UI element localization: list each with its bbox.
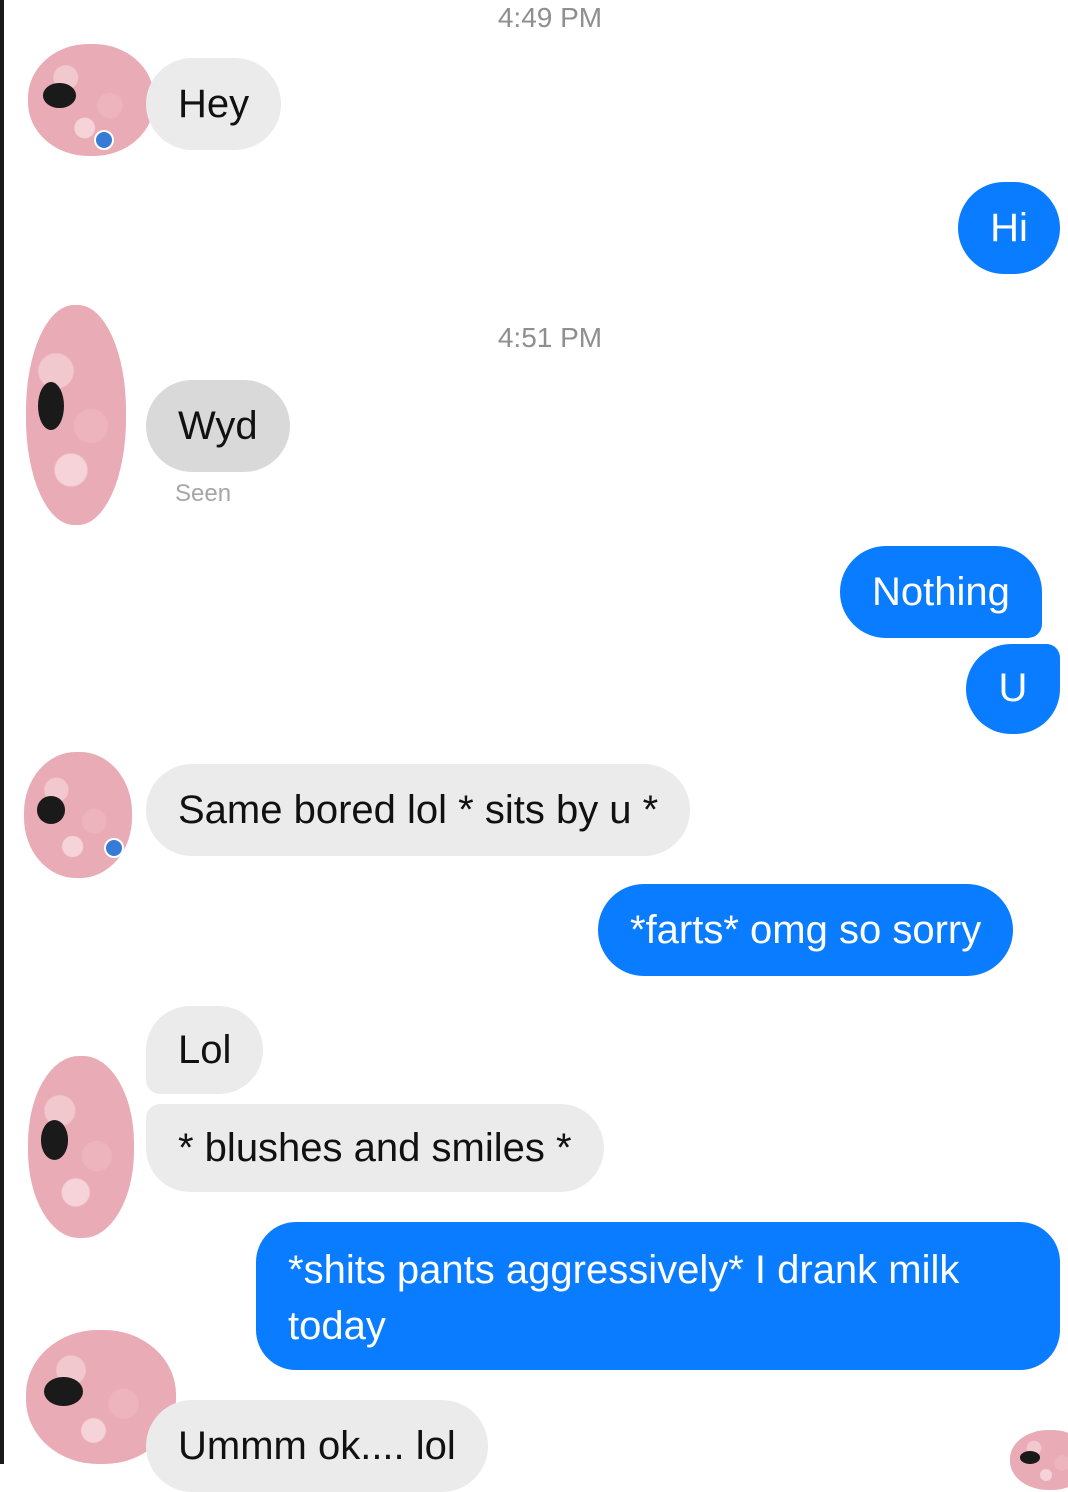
left-border bbox=[0, 0, 4, 1464]
message-bubble-incoming[interactable]: Ummm ok.... lol bbox=[146, 1400, 488, 1492]
avatar-icon[interactable] bbox=[1010, 1430, 1068, 1490]
message-line: *shits pants aggressively* I drank milk bbox=[288, 1248, 960, 1292]
avatar-icon[interactable] bbox=[26, 305, 126, 525]
message-bubble-outgoing[interactable]: Hi bbox=[958, 182, 1060, 274]
message-bubble-outgoing[interactable]: *farts* omg so sorry bbox=[598, 884, 1014, 976]
avatar-icon[interactable] bbox=[24, 752, 132, 878]
message-bubble-outgoing[interactable]: *shits pants aggressively* I drank milk … bbox=[256, 1222, 1060, 1370]
message-bubble-incoming[interactable]: Hey bbox=[146, 58, 282, 150]
message-bubble-incoming[interactable]: Lol bbox=[146, 1006, 264, 1094]
message-bubble-incoming[interactable]: * blushes and smiles * bbox=[146, 1104, 604, 1192]
active-status-dot-icon bbox=[104, 838, 124, 858]
avatar-icon[interactable] bbox=[28, 44, 154, 156]
timestamp: 4:49 PM bbox=[497, 2, 603, 33]
message-line: today bbox=[288, 1304, 386, 1348]
seen-indicator: Seen bbox=[175, 480, 232, 507]
message-bubble-incoming[interactable]: Same bored lol * sits by u * bbox=[146, 764, 691, 856]
avatar-icon[interactable] bbox=[28, 1056, 134, 1238]
active-status-dot-icon bbox=[94, 130, 114, 150]
message-bubble-outgoing[interactable]: Nothing bbox=[840, 546, 1042, 638]
timestamp: 4:51 PM bbox=[497, 322, 603, 353]
message-bubble-outgoing[interactable]: U bbox=[966, 644, 1060, 734]
message-bubble-incoming[interactable]: Wyd bbox=[146, 380, 290, 472]
